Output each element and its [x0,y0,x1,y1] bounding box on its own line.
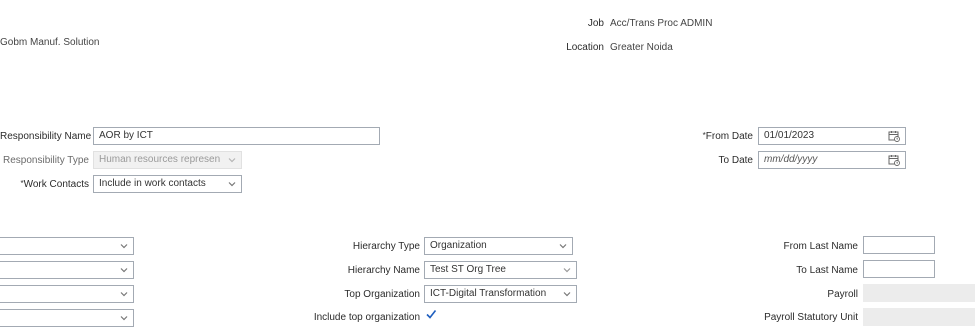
calendar-icon[interactable] [888,130,900,142]
left-select-1[interactable] [0,237,134,255]
payroll-field [863,284,975,302]
responsibility-name-input[interactable]: AOR by ICT [93,127,380,145]
payroll-statutory-unit-field [863,308,975,326]
chevron-down-icon [120,316,128,321]
chevron-down-icon [559,244,567,249]
from-date-label: *From Date [660,131,753,142]
location-label: Location [566,42,604,53]
from-date-input[interactable]: 01/01/2023 [758,127,906,145]
left-select-3[interactable] [0,285,134,303]
responsibility-type-value: Human resources represen [99,154,221,165]
job-value: Acc/Trans Proc ADMIN [610,18,713,29]
work-contacts-select[interactable]: Include in work contacts [93,175,242,193]
location-value: Greater Noida [610,42,673,53]
chevron-down-icon [228,158,236,163]
chevron-down-icon [563,268,571,273]
top-organization-value: ICT-Digital Transformation [430,288,547,299]
include-top-organization-checkbox[interactable] [425,308,437,320]
job-label: Job [587,18,604,29]
chevron-down-icon [563,292,571,297]
responsibility-name-value: AOR by ICT [99,130,153,141]
include-top-organization-label: Include top organization [313,312,420,323]
chevron-down-icon [120,244,128,249]
left-select-2[interactable] [0,261,134,279]
to-date-placeholder: mm/dd/yyyy [764,154,818,165]
organization-name: Gobm Manuf. Solution [0,37,100,48]
to-date-label: To Date [718,155,753,166]
hierarchy-type-label: Hierarchy Type [352,241,420,252]
hierarchy-type-select[interactable]: Organization [424,237,573,255]
from-last-name-input[interactable] [863,236,935,254]
from-date-label-text: From Date [705,131,753,142]
hierarchy-name-value: Test ST Org Tree [430,264,506,275]
hierarchy-type-value: Organization [430,240,487,251]
payroll-label: Payroll [827,289,858,300]
chevron-down-icon [120,268,128,273]
to-date-input[interactable]: mm/dd/yyyy [758,151,906,169]
hierarchy-name-label: Hierarchy Name [347,265,420,276]
chevron-down-icon [120,292,128,297]
responsibility-type-select: Human resources represen [93,151,242,169]
calendar-icon[interactable] [888,154,900,166]
responsibility-type-label: Responsibility Type [3,155,89,166]
hierarchy-name-select[interactable]: Test ST Org Tree [424,261,577,279]
to-last-name-input[interactable] [863,260,935,278]
work-contacts-label-text: Work Contacts [23,179,89,190]
payroll-statutory-unit-label: Payroll Statutory Unit [764,312,858,323]
top-organization-label: Top Organization [344,289,420,300]
work-contacts-label: *Work Contacts [0,179,89,190]
from-date-value: 01/01/2023 [764,130,815,141]
work-contacts-value: Include in work contacts [99,178,206,189]
to-last-name-label: To Last Name [796,265,858,276]
left-select-4[interactable] [0,309,134,327]
responsibility-name-label: Responsibility Name [0,131,92,142]
from-last-name-label: From Last Name [783,241,858,252]
chevron-down-icon [228,182,236,187]
top-organization-select[interactable]: ICT-Digital Transformation [424,285,577,303]
